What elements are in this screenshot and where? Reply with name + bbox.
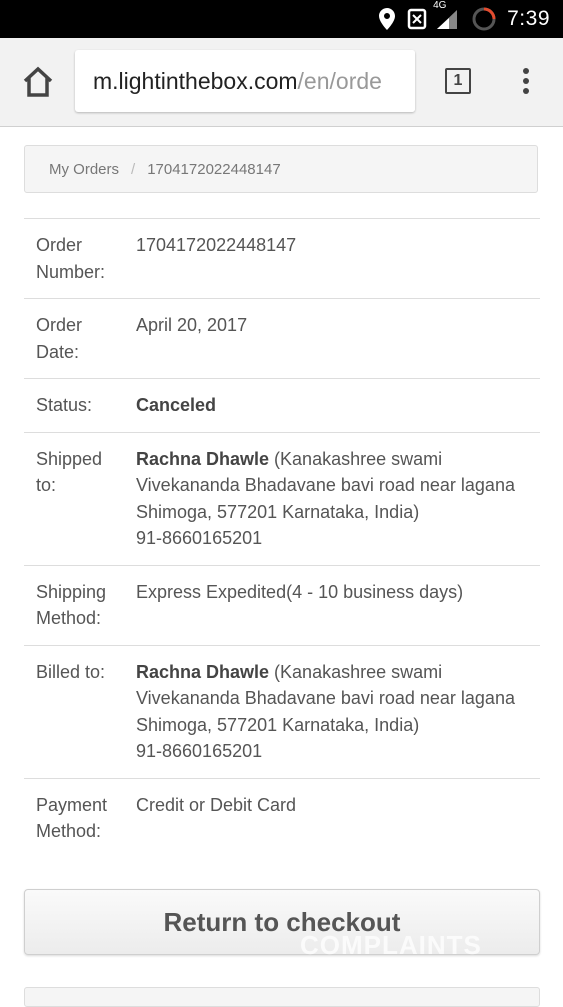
tabs-icon[interactable]: 1 xyxy=(445,68,471,94)
breadcrumb-separator: / xyxy=(131,160,136,178)
status-row: Status: Canceled xyxy=(24,379,540,433)
payment-method-label: Payment Method: xyxy=(36,794,108,842)
order-date-label: Order Date: xyxy=(36,315,83,362)
billing-name: Rachna Dhawle xyxy=(136,661,270,682)
breadcrumb-order-id: 1704172022448147 xyxy=(147,160,281,178)
shipping-method-value: Express Expedited(4 - 10 business days) xyxy=(136,581,464,602)
order-date-row: Order Date: April 20, 2017 xyxy=(24,299,540,379)
order-number-label: Order Number: xyxy=(36,235,106,282)
shipping-method-row: Shipping Method: Express Expedited(4 - 10… xyxy=(24,566,540,646)
order-details-table: Order Number: 1704172022448147 Order Date:… xyxy=(24,218,540,858)
loading-ring-icon xyxy=(471,6,497,32)
home-icon[interactable] xyxy=(18,62,58,102)
url-text: m.lightinthebox.com/en/orde xyxy=(93,68,382,95)
url-fade xyxy=(385,50,415,112)
order-number-value: 1704172022448147 xyxy=(136,235,297,255)
network-type: 4G xyxy=(433,0,447,11)
billed-to-label: Billed to: xyxy=(36,661,106,682)
shipping-address: Rachna Dhawle (Kanakashree swami Vivekan… xyxy=(136,446,540,552)
breadcrumb: My Orders / 1704172022448147 xyxy=(24,145,538,193)
url-host: m.lightinthebox.com xyxy=(93,68,298,94)
url-path: /en/orde xyxy=(297,68,382,94)
shipping-phone: 91-8660165201 xyxy=(136,528,263,548)
browser-toolbar: m.lightinthebox.com/en/orde 1 xyxy=(0,38,563,127)
status-label: Status: xyxy=(36,395,93,415)
billing-address: Rachna Dhawle (Kanakashree swami Vivekan… xyxy=(136,659,540,765)
watermark: COMPLAINTS xyxy=(300,930,482,960)
overflow-menu-icon[interactable] xyxy=(516,66,536,98)
breadcrumb-my-orders[interactable]: My Orders xyxy=(49,161,119,178)
tab-count: 1 xyxy=(453,72,463,89)
billing-phone: 91-8660165201 xyxy=(136,741,263,761)
nfc-icon xyxy=(407,8,427,30)
order-date-value: April 20, 2017 xyxy=(136,315,248,335)
shipped-to-label: Shipped to: xyxy=(36,448,103,496)
billed-to-row: Billed to: Rachna Dhawle (Kanakashree sw… xyxy=(24,646,540,779)
address-bar[interactable]: m.lightinthebox.com/en/orde xyxy=(75,50,415,112)
signal-icon: 4G xyxy=(433,0,459,30)
status-bar: 4G 7:39 xyxy=(0,0,563,38)
payment-method-row: Payment Method: Credit or Debit Card xyxy=(24,779,540,858)
bottom-panel xyxy=(24,987,540,1007)
location-icon xyxy=(379,8,396,30)
status-value: Canceled xyxy=(136,395,217,415)
shipping-method-label: Shipping Method: xyxy=(36,581,107,629)
payment-method-value: Credit or Debit Card xyxy=(136,794,297,815)
clock: 7:39 xyxy=(507,7,550,30)
order-number-row: Order Number: 1704172022448147 xyxy=(24,219,540,299)
shipped-to-row: Shipped to: Rachna Dhawle (Kanakashree sw… xyxy=(24,433,540,566)
shipping-name: Rachna Dhawle xyxy=(136,448,270,469)
